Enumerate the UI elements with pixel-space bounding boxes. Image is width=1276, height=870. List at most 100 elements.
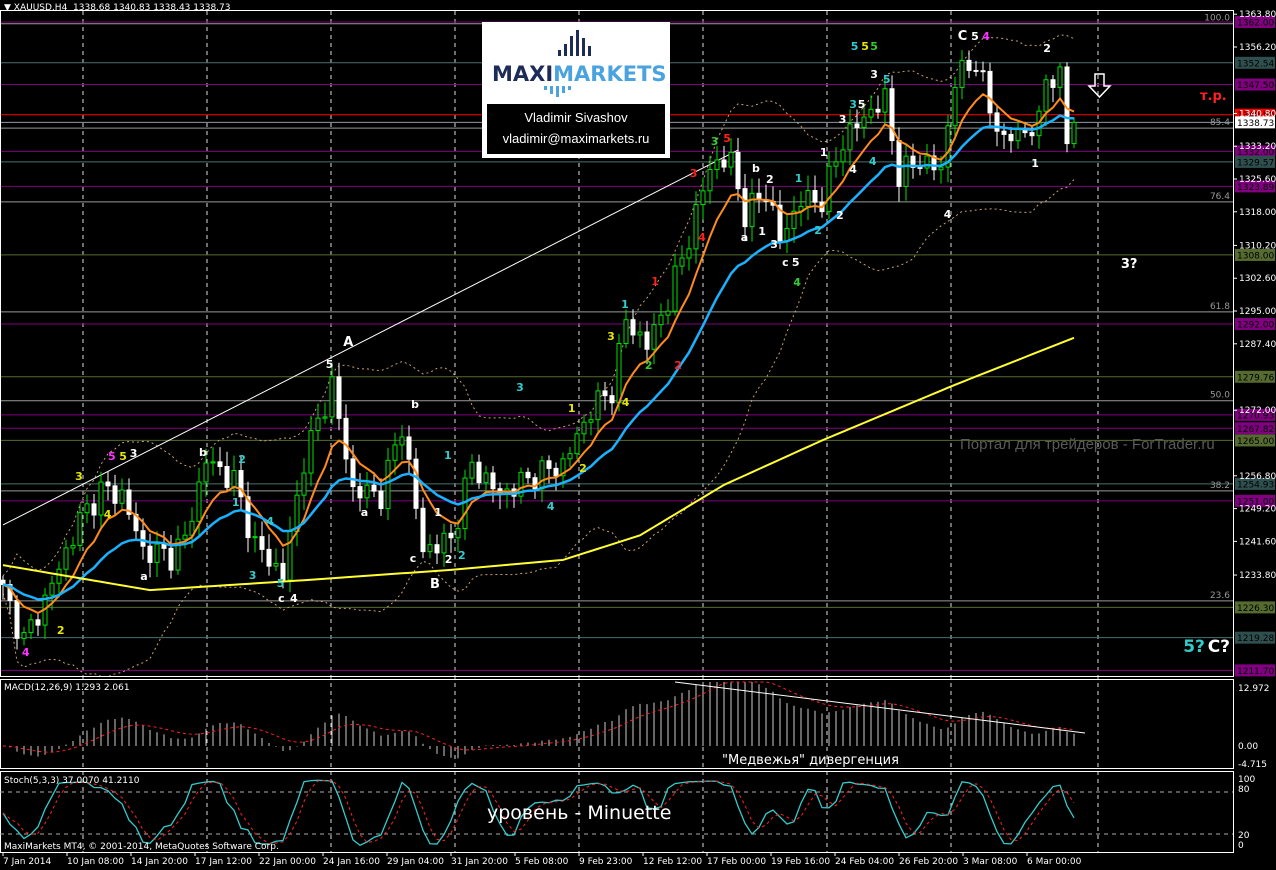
candle bbox=[252, 536, 258, 539]
candle bbox=[385, 459, 391, 510]
candle bbox=[1050, 79, 1056, 88]
wave-label: 5 bbox=[870, 40, 878, 53]
wave-label: 5? bbox=[1183, 637, 1205, 657]
candle bbox=[602, 390, 608, 397]
wave-label: B bbox=[430, 577, 440, 592]
wave-label: 3 bbox=[839, 113, 847, 126]
candle bbox=[630, 319, 636, 336]
price-level-label: 1338.73 bbox=[1237, 119, 1274, 129]
wave-label: b bbox=[752, 162, 760, 175]
wave-label: 5 bbox=[326, 358, 334, 371]
wave-label: 3 bbox=[130, 447, 138, 460]
wave-label: 3 bbox=[849, 98, 857, 111]
price-level-label: 1254.93 bbox=[1237, 480, 1274, 490]
wave-label: 4 bbox=[622, 396, 630, 409]
candle bbox=[434, 544, 440, 554]
candle bbox=[686, 248, 692, 259]
price-axis: 1362.001352.541347.501340.501338.731332.… bbox=[1233, 10, 1276, 677]
dropdown-triangle-icon[interactable]: ▼ bbox=[4, 3, 11, 13]
candle bbox=[868, 108, 874, 118]
price-tick-label: 1287.40 bbox=[1239, 340, 1276, 350]
chart-header: ▼ XAUUSD,H4 1338.68 1340.83 1338.43 1338… bbox=[4, 3, 230, 13]
wave-label: b bbox=[199, 446, 207, 459]
price-level-label: 1211.70 bbox=[1237, 667, 1274, 677]
candle bbox=[973, 69, 979, 72]
candle bbox=[721, 159, 727, 168]
time-tick-label: 10 Jan 08:00 bbox=[67, 857, 124, 867]
wave-label: 5 bbox=[851, 40, 859, 53]
wave-label: 2 bbox=[766, 173, 774, 186]
candle bbox=[308, 430, 314, 474]
candle bbox=[329, 376, 335, 418]
maximarkets-logo: MAXIMARKETS Vladimir Sivashov vladimir@m… bbox=[482, 22, 670, 158]
candle bbox=[609, 395, 615, 404]
wave-label: 4 bbox=[793, 276, 801, 289]
wave-label: A bbox=[343, 335, 353, 350]
price-tick-label: 1333.20 bbox=[1239, 142, 1276, 152]
wave-label: 4 bbox=[698, 231, 706, 244]
wave-label: 4 bbox=[944, 208, 952, 221]
candle bbox=[861, 116, 867, 128]
candle bbox=[889, 88, 895, 142]
candle bbox=[980, 70, 986, 73]
candle bbox=[987, 70, 993, 114]
macd-divergence-line bbox=[674, 681, 1086, 734]
logo-bars-icon bbox=[558, 30, 591, 56]
time-tick-label: 24 Feb 04:00 bbox=[835, 857, 894, 867]
symbol-label: XAUUSD,H4 bbox=[13, 3, 68, 13]
candle bbox=[1001, 130, 1007, 135]
wave-label: 4 bbox=[22, 646, 30, 659]
price-tick-label: 1295.00 bbox=[1239, 307, 1276, 317]
candle bbox=[1015, 127, 1021, 142]
wave-label: c bbox=[278, 592, 285, 605]
fib-label: 100.0 bbox=[1204, 14, 1230, 24]
candle bbox=[1029, 132, 1035, 137]
time-tick-label: 17 Jan 12:00 bbox=[195, 857, 252, 867]
price-tick-label: 1256.80 bbox=[1239, 472, 1276, 482]
candle bbox=[1057, 66, 1063, 88]
candle bbox=[392, 444, 398, 461]
wave-label: 2 bbox=[814, 224, 822, 237]
candle bbox=[896, 140, 902, 187]
wave-label: 1 bbox=[651, 275, 659, 288]
candle bbox=[882, 88, 888, 113]
candle bbox=[903, 155, 909, 187]
candle bbox=[427, 544, 433, 553]
candle bbox=[98, 481, 104, 516]
time-axis: 7 Jan 2014 10 Jan 08:00 14 Jan 20:00 17 Jan… bbox=[2, 852, 1082, 867]
wave-label: 5 bbox=[792, 256, 800, 269]
fib-label: 85.4 bbox=[1210, 118, 1230, 128]
candle bbox=[413, 458, 419, 509]
wave-label: 1 bbox=[444, 449, 452, 462]
wave-label: 1 bbox=[621, 298, 629, 311]
candle bbox=[91, 503, 97, 516]
price-level-label: 1267.82 bbox=[1237, 425, 1274, 435]
wave-label: 1 bbox=[758, 225, 766, 238]
author-email[interactable]: vladimir@maximarkets.ru bbox=[487, 128, 665, 149]
candle bbox=[742, 188, 748, 228]
candle bbox=[350, 458, 356, 488]
candle bbox=[35, 619, 41, 626]
candle bbox=[1071, 121, 1077, 145]
wave-label: 2 bbox=[1043, 42, 1051, 55]
candle bbox=[196, 481, 202, 522]
fib-label: 50.0 bbox=[1210, 391, 1230, 401]
time-tick-label: 29 Jan 04:00 bbox=[387, 857, 444, 867]
candle bbox=[840, 149, 846, 163]
time-tick-label: 12 Feb 12:00 bbox=[643, 857, 702, 867]
candle bbox=[917, 166, 923, 169]
candle bbox=[56, 568, 62, 584]
wave-label: 3? bbox=[1121, 257, 1138, 272]
candle bbox=[525, 471, 531, 479]
time-tick-label: 26 Feb 20:00 bbox=[899, 857, 958, 867]
brand-maxi: MAXI bbox=[492, 62, 554, 86]
price-tick-label: 1340.80 bbox=[1239, 109, 1276, 119]
price-level-label: 1347.50 bbox=[1237, 81, 1274, 91]
price-tick-label: 1363.80 bbox=[1239, 10, 1276, 20]
wave-label: 1 bbox=[232, 496, 240, 509]
wave-label: 1 bbox=[434, 506, 442, 519]
wave-label: 5 bbox=[858, 98, 866, 111]
candle bbox=[826, 165, 832, 213]
time-tick-label: 7 Jan 2014 bbox=[3, 857, 51, 867]
wave-label: 3 bbox=[770, 238, 778, 251]
